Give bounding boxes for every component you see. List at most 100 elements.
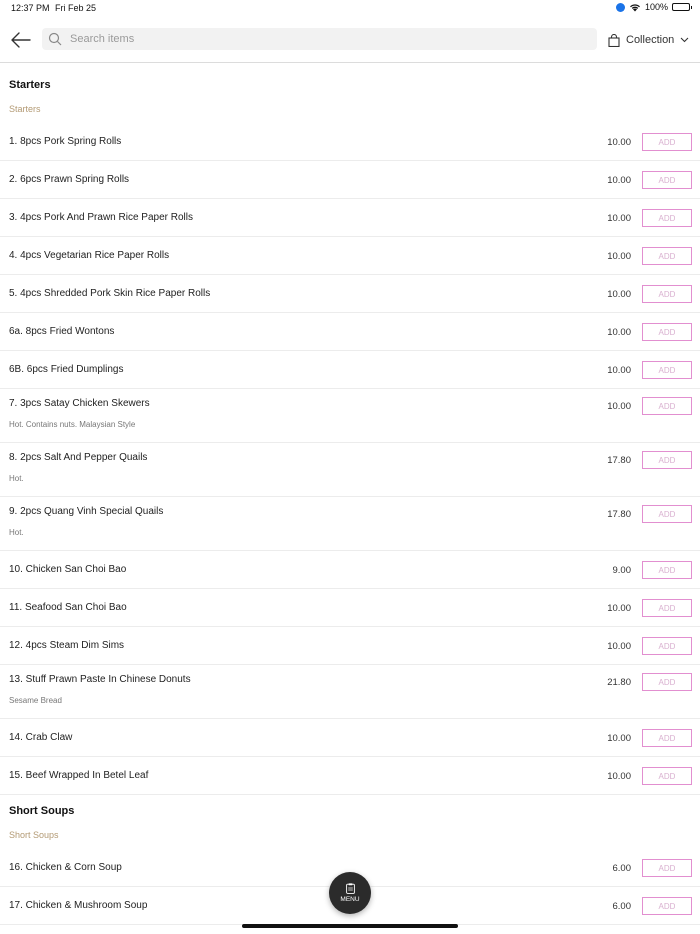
menu-item[interactable]: 5. 4pcs Shredded Pork Skin Rice Paper Ro…: [0, 275, 700, 313]
status-date: Fri Feb 25: [55, 3, 97, 13]
section-subtitle: Starters: [9, 104, 41, 114]
item-price: 10.00: [607, 289, 631, 300]
section-subtitle: Short Soups: [9, 830, 59, 840]
menu-item[interactable]: 8. 2pcs Salt And Pepper Quails Hot. 17.80 A…: [0, 443, 700, 497]
item-name: 8. 2pcs Salt And Pepper Quails: [9, 452, 148, 463]
search-input[interactable]: [70, 33, 570, 45]
add-button[interactable]: ADD: [642, 859, 692, 877]
item-price: 10.00: [607, 137, 631, 148]
chevron-down-icon: [680, 37, 689, 43]
item-price: 17.80: [607, 509, 631, 520]
item-name: 11. Seafood San Choi Bao: [9, 602, 127, 613]
item-price: 9.00: [612, 565, 632, 576]
item-price: 10.00: [607, 401, 631, 412]
add-button[interactable]: ADD: [642, 767, 692, 785]
search-bar[interactable]: [42, 28, 597, 50]
battery-icon: [672, 3, 692, 11]
menu-item[interactable]: 9. 2pcs Quang Vinh Special Quails Hot. 17.…: [0, 497, 700, 551]
add-button[interactable]: ADD: [642, 637, 692, 655]
item-name: 6B. 6pcs Fried Dumplings: [9, 364, 124, 375]
add-button[interactable]: ADD: [642, 361, 692, 379]
add-button[interactable]: ADD: [642, 285, 692, 303]
home-indicator: [242, 924, 458, 928]
item-price: 10.00: [607, 213, 631, 224]
add-button[interactable]: ADD: [642, 247, 692, 265]
toolbar: Collection: [0, 22, 700, 60]
menu-item[interactable]: 7. 3pcs Satay Chicken Skewers Hot. Contai…: [0, 389, 700, 443]
menu-item[interactable]: 14. Crab Claw 10.00 ADD: [0, 719, 700, 757]
wifi-icon: [630, 3, 640, 11]
menu-item[interactable]: 11. Seafood San Choi Bao 10.00 ADD: [0, 589, 700, 627]
item-description: Hot. Contains nuts. Malaysian Style: [9, 420, 136, 429]
item-price: 10.00: [607, 175, 631, 186]
menu-item[interactable]: 15. Beef Wrapped In Betel Leaf 10.00 ADD: [0, 757, 700, 795]
item-price: 10.00: [607, 365, 631, 376]
add-button[interactable]: ADD: [642, 561, 692, 579]
item-name: 3. 4pcs Pork And Prawn Rice Paper Rolls: [9, 212, 193, 223]
item-description: Hot.: [9, 528, 24, 537]
add-button[interactable]: ADD: [642, 323, 692, 341]
item-name: 12. 4pcs Steam Dim Sims: [9, 640, 125, 651]
menu-list: Starters Starters 1. 8pcs Pork Spring Roll…: [0, 63, 700, 934]
item-name: 14. Crab Claw: [9, 732, 73, 743]
item-name: 1. 8pcs Pork Spring Rolls: [9, 136, 122, 147]
shopping-bag-icon: [608, 33, 620, 47]
item-name: 5. 4pcs Shredded Pork Skin Rice Paper Ro…: [9, 288, 211, 299]
item-price: 10.00: [607, 771, 631, 782]
item-price: 6.00: [612, 901, 632, 912]
section-title: Short Soups: [9, 805, 75, 817]
item-name: 10. Chicken San Choi Bao: [9, 564, 127, 575]
location-icon: [615, 2, 625, 12]
collection-dropdown[interactable]: Collection: [608, 30, 689, 50]
item-description: Sesame Bread: [9, 696, 62, 705]
add-button[interactable]: ADD: [642, 451, 692, 469]
menu-item[interactable]: 3. 4pcs Pork And Prawn Rice Paper Rolls 1…: [0, 199, 700, 237]
add-button[interactable]: ADD: [642, 209, 692, 227]
menu-button-label: MENU: [340, 896, 360, 903]
add-button[interactable]: ADD: [642, 397, 692, 415]
item-name: 2. 6pcs Prawn Spring Rolls: [9, 174, 130, 185]
menu-item[interactable]: 2. 6pcs Prawn Spring Rolls 10.00 ADD: [0, 161, 700, 199]
menu-button[interactable]: MENU: [329, 872, 371, 914]
item-price: 10.00: [607, 251, 631, 262]
clipboard-icon: [345, 883, 355, 894]
item-name: 13. Stuff Prawn Paste In Chinese Donuts: [9, 674, 191, 685]
collection-label: Collection: [626, 34, 675, 46]
item-name: 6a. 8pcs Fried Wontons: [9, 326, 115, 337]
menu-item[interactable]: 12. 4pcs Steam Dim Sims 10.00 ADD: [0, 627, 700, 665]
status-right: 100%: [615, 2, 692, 12]
menu-item[interactable]: 10. Chicken San Choi Bao 9.00 ADD: [0, 551, 700, 589]
menu-item[interactable]: 4. 4pcs Vegetarian Rice Paper Rolls 10.00…: [0, 237, 700, 275]
add-button[interactable]: ADD: [642, 133, 692, 151]
item-name: 4. 4pcs Vegetarian Rice Paper Rolls: [9, 250, 170, 261]
back-button[interactable]: [10, 30, 32, 50]
status-bar: 12:37 PM Fri Feb 25 100%: [0, 0, 700, 18]
item-price: 10.00: [607, 641, 631, 652]
search-icon: [48, 32, 62, 46]
item-price: 6.00: [612, 863, 632, 874]
item-name: 7. 3pcs Satay Chicken Skewers: [9, 398, 150, 409]
add-button[interactable]: ADD: [642, 897, 692, 915]
item-price: 10.00: [607, 733, 631, 744]
battery-percent: 100%: [644, 2, 668, 12]
item-description: Hot.: [9, 474, 24, 483]
menu-item[interactable]: 6a. 8pcs Fried Wontons 10.00 ADD: [0, 313, 700, 351]
item-price: 21.80: [607, 677, 631, 688]
menu-item[interactable]: 13. Stuff Prawn Paste In Chinese Donuts S…: [0, 665, 700, 719]
section-title: Starters: [9, 79, 51, 91]
status-time: 12:37 PM: [11, 3, 50, 13]
back-arrow-icon: [11, 32, 31, 48]
item-price: 17.80: [607, 455, 631, 466]
item-name: 15. Beef Wrapped In Betel Leaf: [9, 770, 149, 781]
add-button[interactable]: ADD: [642, 673, 692, 691]
add-button[interactable]: ADD: [642, 171, 692, 189]
item-name: 9. 2pcs Quang Vinh Special Quails: [9, 506, 164, 517]
item-price: 10.00: [607, 603, 631, 614]
add-button[interactable]: ADD: [642, 599, 692, 617]
menu-item[interactable]: 1. 8pcs Pork Spring Rolls 10.00 ADD: [0, 123, 700, 161]
menu-item[interactable]: 6B. 6pcs Fried Dumplings 10.00 ADD: [0, 351, 700, 389]
item-name: 17. Chicken & Mushroom Soup: [9, 900, 148, 911]
add-button[interactable]: ADD: [642, 729, 692, 747]
item-price: 10.00: [607, 327, 631, 338]
add-button[interactable]: ADD: [642, 505, 692, 523]
